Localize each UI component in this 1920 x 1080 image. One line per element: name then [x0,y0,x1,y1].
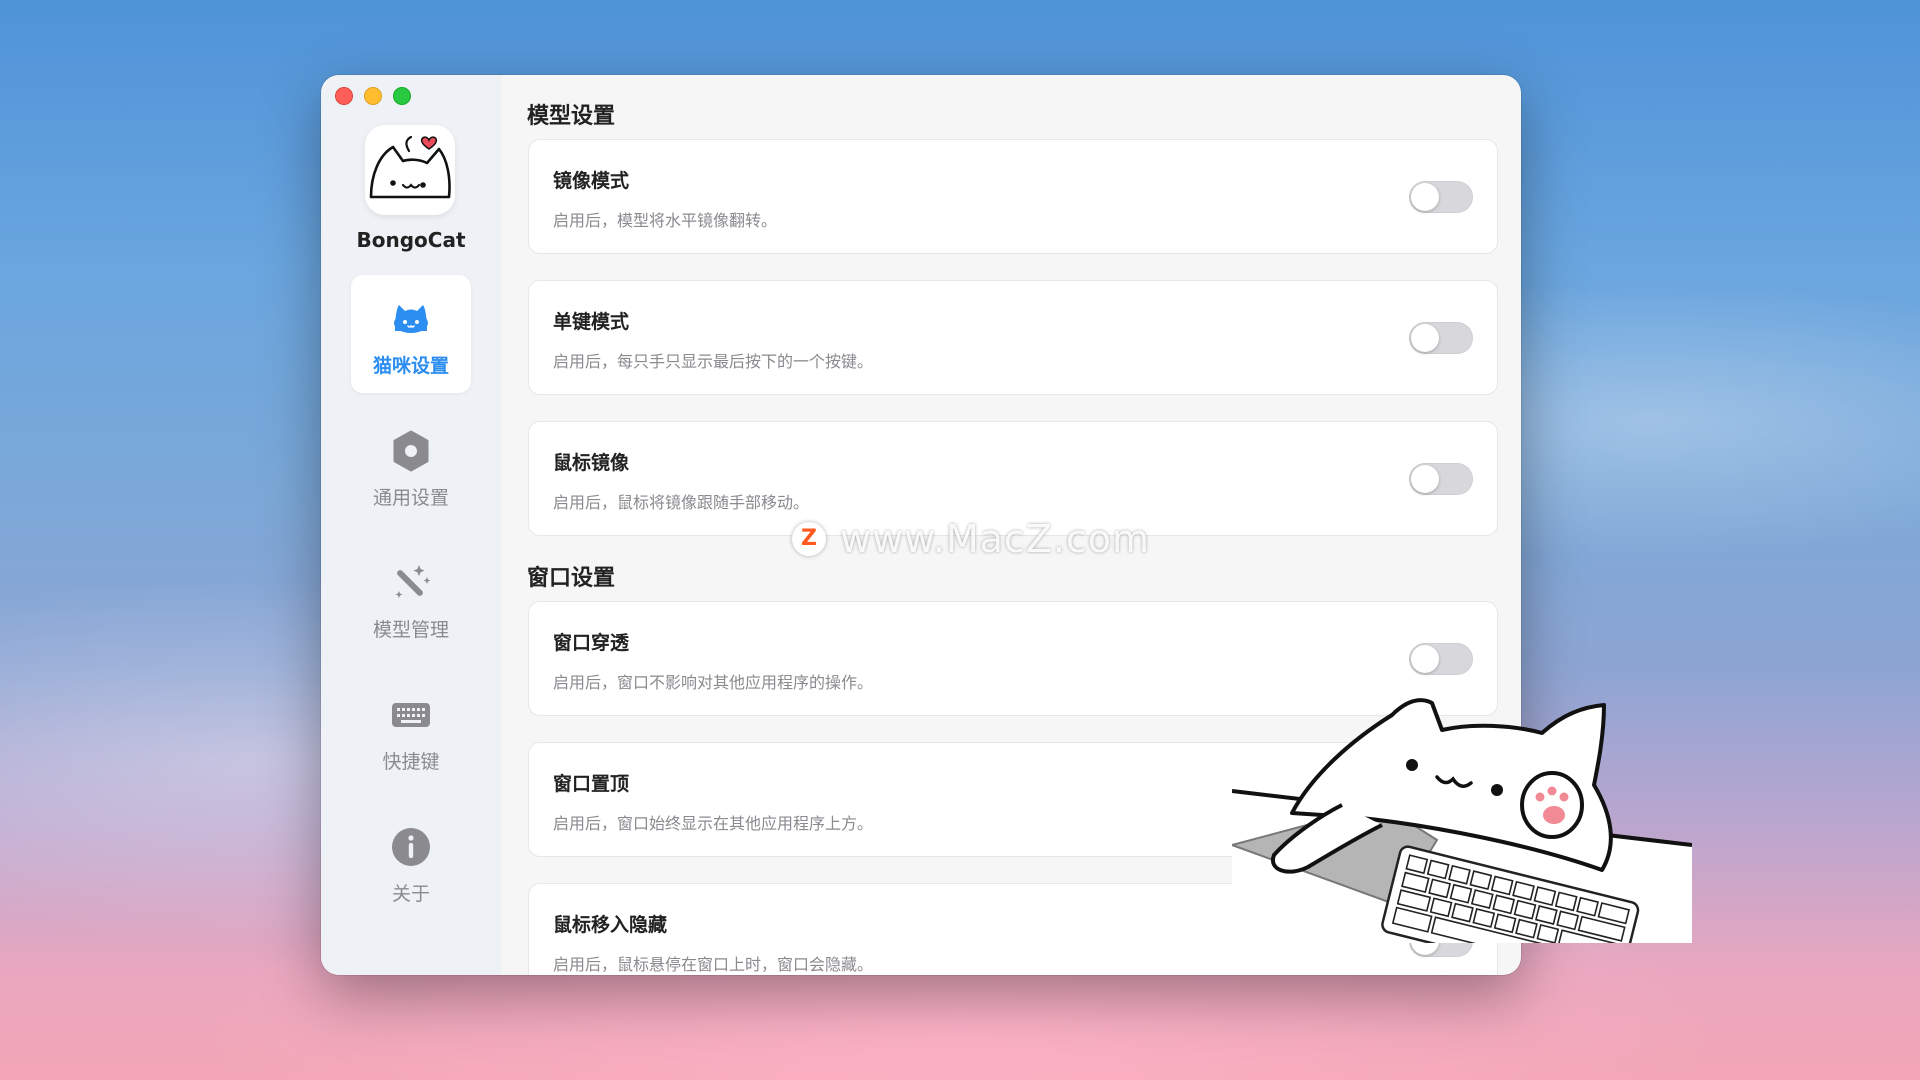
watermark-badge: Z [792,522,826,556]
sidebar-item-general-settings[interactable]: 通用设置 [351,407,471,525]
setting-title: 鼠标镜像 [553,452,630,474]
setting-description: 启用后，窗口不影响对其他应用程序的操作。 [553,673,874,692]
single-key-mode-toggle[interactable] [1409,322,1473,354]
setting-mirror-mode: 镜像模式 启用后，模型将水平镜像翻转。 [528,139,1498,254]
setting-title: 窗口穿透 [553,632,630,654]
setting-description: 启用后，每只手只显示最后按下的一个按键。 [553,352,874,371]
setting-description: 启用后，模型将水平镜像翻转。 [553,211,778,230]
zoom-window-button[interactable] [393,87,411,105]
bongo-cat-mascot [1232,698,1692,943]
setting-description: 启用后，鼠标悬停在窗口上时，窗口会隐藏。 [553,955,874,974]
sidebar-item-label: 关于 [391,883,430,905]
setting-title: 镜像模式 [553,170,630,192]
sidebar-item-label: 猫咪设置 [372,355,449,377]
setting-description: 启用后，窗口始终显示在其他应用程序上方。 [553,814,874,833]
sidebar-item-label: 模型管理 [372,619,449,641]
sidebar-item-label: 通用设置 [372,487,449,509]
info-icon [392,828,430,866]
sidebar-item-shortcuts[interactable]: 快捷键 [351,671,471,789]
sidebar-item-model-management[interactable]: 模型管理 [351,539,471,657]
app-name: BongoCat [356,228,466,252]
section-title-model-settings: 模型设置 [527,104,616,129]
setting-title: 单键模式 [553,311,630,333]
setting-title: 窗口置顶 [553,773,630,795]
magic-wand-icon [395,565,431,598]
minimize-window-button[interactable] [364,87,382,105]
bongo-cat-logo-icon [369,135,451,199]
setting-title: 鼠标移入隐藏 [553,914,668,936]
sidebar-item-label: 快捷键 [382,751,440,773]
setting-single-key-mode: 单键模式 启用后，每只手只显示最后按下的一个按键。 [528,280,1498,395]
close-window-button[interactable] [335,87,353,105]
watermark-badge-letter: Z [801,526,817,551]
sidebar-item-about[interactable]: 关于 [351,803,471,921]
cat-icon [394,305,428,333]
app-logo [365,125,455,215]
keyboard-icon [392,703,430,727]
window-controls [335,87,411,105]
section-title-window-settings: 窗口设置 [527,566,616,591]
click-through-toggle[interactable] [1409,643,1473,675]
gear-icon [393,430,429,472]
sidebar-item-cat-settings[interactable]: 猫咪设置 [351,275,471,393]
mirror-mode-toggle[interactable] [1409,181,1473,213]
watermark-text: www.MacZ.com [840,517,1151,561]
sidebar: BongoCat 猫咪设置 通用设置 模型管理 快捷键 关于 [321,75,501,975]
setting-description: 启用后，鼠标将镜像跟随手部移动。 [553,493,810,512]
mouse-mirror-toggle[interactable] [1409,463,1473,495]
